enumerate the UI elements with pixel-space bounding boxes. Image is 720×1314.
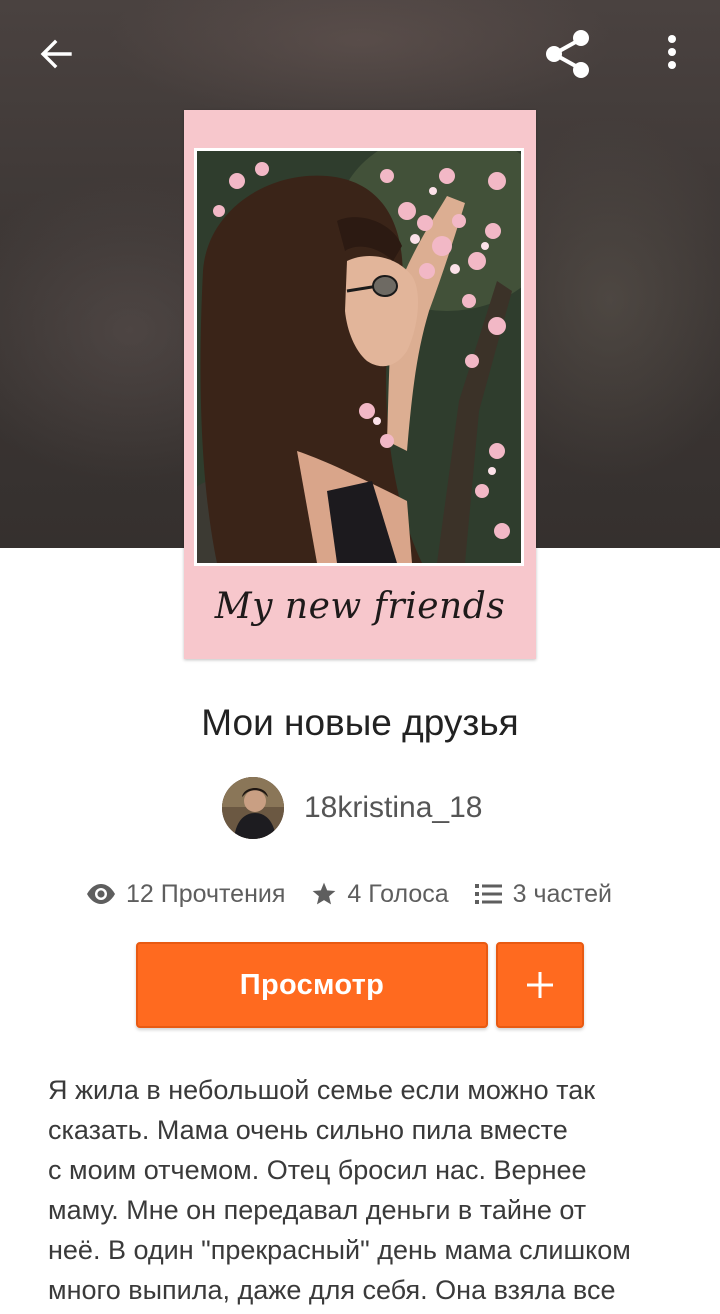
back-button[interactable] bbox=[28, 28, 84, 80]
story-stats: 12 Прочтения 4 Голоса 3 частей bbox=[86, 872, 612, 916]
star-icon bbox=[313, 882, 336, 905]
more-options-button[interactable] bbox=[648, 28, 696, 80]
book-cover: My new friends bbox=[184, 110, 536, 659]
reads-count: 12 Прочтения bbox=[126, 879, 286, 908]
share-icon bbox=[546, 30, 589, 78]
list-icon bbox=[474, 884, 502, 904]
add-to-library-button[interactable] bbox=[496, 942, 584, 1028]
avatar[interactable] bbox=[222, 777, 284, 839]
cover-title-text: My new friends bbox=[214, 586, 506, 627]
eye-icon bbox=[87, 884, 115, 904]
plus-icon bbox=[527, 972, 553, 998]
story-description: Я жила в небольшой семье если можно так … bbox=[48, 1075, 631, 1305]
share-button[interactable] bbox=[538, 26, 598, 82]
parts-stat: 3 частей bbox=[474, 879, 612, 909]
read-button[interactable]: Просмотр bbox=[136, 942, 488, 1028]
votes-stat: 4 Голоса bbox=[311, 879, 449, 909]
author-name[interactable]: 18kristina_18 bbox=[304, 791, 482, 825]
votes-count: 4 Голоса bbox=[347, 879, 449, 908]
arrow-left-icon bbox=[40, 39, 72, 69]
author-link[interactable]: 18kristina_18 bbox=[222, 776, 482, 840]
reads-stat: 12 Прочтения bbox=[86, 880, 285, 909]
more-vertical-icon bbox=[668, 35, 676, 69]
read-button-label: Просмотр bbox=[239, 968, 385, 1001]
parts-count: 3 частей bbox=[512, 879, 612, 908]
cover-photo bbox=[194, 148, 524, 566]
story-title: Мои новые друзья bbox=[201, 702, 519, 743]
